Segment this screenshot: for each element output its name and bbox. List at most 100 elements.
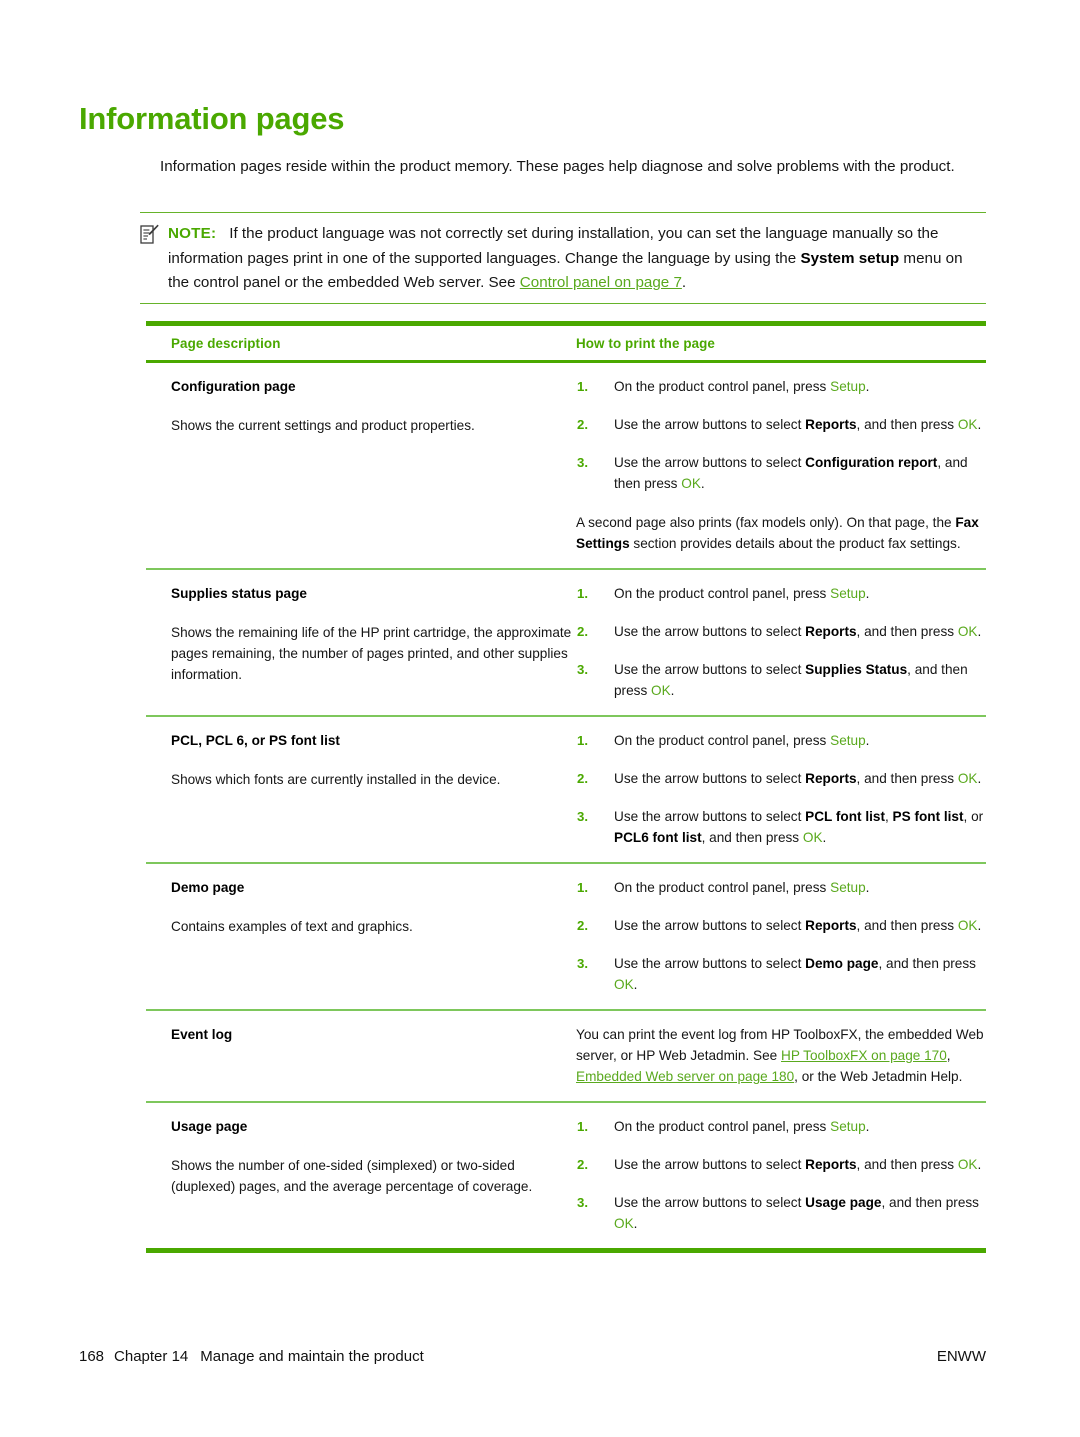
step-text-tail: .	[865, 586, 870, 601]
step-item: 1. On the product control panel, press Se…	[576, 376, 984, 397]
step-bold: Reports	[805, 417, 857, 432]
step-keyword: Setup	[830, 1119, 866, 1134]
step-bold: Reports	[805, 918, 857, 933]
note-bold-system-setup: System setup	[800, 249, 900, 267]
step-text-tail: .	[865, 379, 870, 394]
step-text: Use the arrow buttons to select	[614, 1195, 806, 1210]
step-keyword: OK	[957, 624, 978, 639]
table-bottom-bar	[146, 1248, 986, 1253]
step-text-tail: .	[977, 1157, 982, 1172]
step-text-tail: .	[977, 771, 982, 786]
cell-how-to-print: 1. On the product control panel, press Se…	[576, 583, 986, 701]
row-description: Shows which fonts are currently installe…	[171, 772, 501, 787]
cell-page-description: Configuration page Shows the current set…	[146, 376, 576, 436]
step-text-tail: .	[633, 977, 638, 992]
step-number: 1.	[577, 1119, 588, 1134]
page-footer: 168 Chapter 14 Manage and maintain the pro…	[79, 1348, 986, 1365]
step-item: 2. Use the arrow buttons to select Report…	[576, 414, 984, 435]
note-label: NOTE:	[168, 225, 217, 242]
step-bold: PS font list	[892, 809, 964, 824]
cell-page-description: PCL, PCL 6, or PS font list Shows which …	[146, 730, 576, 790]
step-text-tail: .	[822, 830, 827, 845]
step-bold: PCL6 font list	[614, 830, 702, 845]
steps-list: 1. On the product control panel, press Se…	[576, 877, 984, 995]
cell-page-description: Usage page Shows the number of one-sided…	[146, 1116, 576, 1197]
link-control-panel[interactable]: Control panel on page 7	[520, 274, 682, 291]
step-text-tail: .	[865, 733, 870, 748]
step-item: 1. On the product control panel, press Se…	[576, 730, 984, 751]
step-item: 1. On the product control panel, press Se…	[576, 877, 984, 898]
step-text: On the product control panel, press	[614, 1119, 831, 1134]
step-text-tail: .	[865, 1119, 870, 1134]
step-item: 3. Use the arrow buttons to select PCL fo…	[576, 806, 984, 848]
table-row: Event log You can print the event log fr…	[146, 1011, 986, 1101]
step-text: , and then press	[856, 771, 958, 786]
table-row: Demo page Contains examples of text and …	[146, 864, 986, 1009]
step-item: 3. Use the arrow buttons to select Usage …	[576, 1192, 984, 1234]
step-keyword: OK	[614, 1216, 634, 1231]
step-bold: Reports	[805, 624, 857, 639]
row-title: Demo page	[171, 880, 245, 895]
step-keyword: Setup	[830, 880, 866, 895]
cell-how-to-print: 1. On the product control panel, press Se…	[576, 1116, 986, 1234]
cell-how-to-print: 1. On the product control panel, press Se…	[576, 376, 986, 554]
step-text-tail: .	[977, 918, 982, 933]
cell-page-description: Demo page Contains examples of text and …	[146, 877, 576, 937]
step-item: 2. Use the arrow buttons to select Report…	[576, 768, 984, 789]
step-text: On the product control panel, press	[614, 733, 831, 748]
step-keyword: OK	[957, 771, 978, 786]
note-pencil-icon	[140, 224, 159, 245]
link-embedded-web-server[interactable]: Embedded Web server on page 180	[576, 1069, 794, 1084]
step-number: 2.	[577, 771, 588, 786]
step-text-tail: .	[865, 880, 870, 895]
step-keyword: OK	[614, 977, 634, 992]
cell-how-to-print: You can print the event log from HP Tool…	[576, 1024, 986, 1087]
step-keyword: OK	[957, 417, 978, 432]
step-text-tail: .	[977, 624, 982, 639]
step-number: 1.	[577, 733, 588, 748]
steps-list: 1. On the product control panel, press Se…	[576, 1116, 984, 1234]
step-text: Use the arrow buttons to select	[614, 1157, 806, 1172]
step-number: 3.	[577, 662, 588, 677]
footer-chapter-title: Manage and maintain the product	[200, 1348, 424, 1365]
step-keyword: OK	[802, 830, 823, 845]
note-admonition: NOTE: If the product language was not cor…	[140, 212, 986, 304]
step-number: 1.	[577, 586, 588, 601]
step-text: , or	[963, 809, 984, 824]
step-item: 3. Use the arrow buttons to select Demo p…	[576, 953, 984, 995]
step-text-tail: .	[633, 1216, 638, 1231]
row-description: Shows the current settings and product p…	[171, 418, 475, 433]
intro-paragraph: Information pages reside within the prod…	[160, 158, 955, 175]
step-bold: Demo page	[805, 956, 879, 971]
link-hp-toolboxfx[interactable]: HP ToolboxFX on page 170	[781, 1048, 947, 1063]
row-title: Event log	[171, 1027, 233, 1042]
row-extra-note: A second page also prints (fax models on…	[576, 512, 984, 554]
step-keyword: OK	[957, 918, 978, 933]
table-row: PCL, PCL 6, or PS font list Shows which …	[146, 717, 986, 862]
step-keyword: Setup	[830, 586, 866, 601]
page-title: Information pages	[79, 101, 345, 136]
step-keyword: Setup	[830, 379, 866, 394]
step-keyword: OK	[681, 476, 701, 491]
information-pages-table: Page description How to print the page C…	[146, 321, 986, 1253]
row-text-tail: , or the Web Jetadmin Help.	[794, 1069, 963, 1084]
step-text: Use the arrow buttons to select	[614, 956, 806, 971]
row-title: Configuration page	[171, 379, 296, 394]
step-number: 3.	[577, 809, 588, 824]
step-number: 1.	[577, 880, 588, 895]
step-text: Use the arrow buttons to select	[614, 624, 806, 639]
column-header-how-to-print: How to print the page	[576, 336, 715, 351]
step-text: , and then press	[856, 918, 958, 933]
step-text: ,	[884, 809, 893, 824]
step-number: 2.	[577, 417, 588, 432]
step-keyword: OK	[957, 1157, 978, 1172]
cell-page-description: Supplies status page Shows the remaining…	[146, 583, 576, 685]
cell-page-description: Event log	[146, 1024, 576, 1045]
step-number: 2.	[577, 624, 588, 639]
step-text: , and then press	[701, 830, 803, 845]
step-number: 1.	[577, 379, 588, 394]
row-title: Usage page	[171, 1119, 248, 1134]
step-text: Use the arrow buttons to select	[614, 417, 806, 432]
step-item: 3. Use the arrow buttons to select Config…	[576, 452, 984, 494]
table-row: Usage page Shows the number of one-sided…	[146, 1103, 986, 1248]
